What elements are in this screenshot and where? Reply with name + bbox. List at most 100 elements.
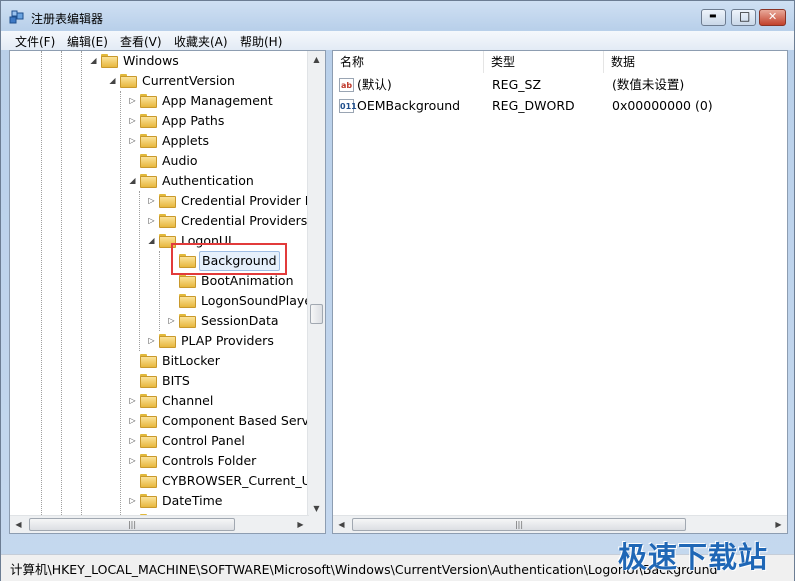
scroll-corner — [308, 516, 325, 533]
value-row[interactable]: 011 OEMBackground REG_DWORD 0x00000000 (0) — [333, 96, 787, 116]
tree-item[interactable]: ▷ Controls Folder — [10, 451, 309, 471]
tree-item[interactable]: ▷ App Management — [10, 91, 309, 111]
registry-key-tree[interactable]: ◢ Windows ◢ CurrentVersion ▷ App Management ▷ A… — [9, 50, 326, 534]
value-data: 0x00000000 (0) — [612, 98, 713, 113]
highlight-annotation-box — [171, 243, 287, 275]
folder-icon — [159, 194, 176, 208]
tree-vertical-scrollbar[interactable]: ▲ ▼ — [307, 51, 325, 517]
folder-icon — [179, 274, 196, 288]
tree-item[interactable]: ◢ CurrentVersion — [10, 71, 309, 91]
title-bar[interactable]: 注册表编辑器 ▬ □ ✕ — [1, 1, 794, 31]
value-row[interactable]: ab (默认) REG_SZ (数值未设置) — [333, 75, 787, 95]
column-header-data[interactable]: 数据 — [604, 51, 787, 73]
expand-toggle-icon[interactable]: ▷ — [167, 311, 176, 331]
menu-bar: 文件(F) 编辑(E) 查看(V) 收藏夹(A) 帮助(H) — [1, 31, 794, 50]
tree-item[interactable]: Audio — [10, 151, 309, 171]
folder-icon — [101, 54, 118, 68]
close-button[interactable]: ✕ — [759, 9, 786, 26]
tree-connector — [128, 351, 137, 371]
minimize-button[interactable]: ▬ — [701, 9, 726, 26]
folder-icon — [140, 434, 157, 448]
regedit-app-icon — [9, 10, 24, 24]
window-title: 注册表编辑器 — [31, 12, 104, 26]
menu-edit[interactable]: 编辑(E) — [67, 33, 108, 50]
expand-toggle-icon[interactable]: ◢ — [147, 231, 156, 251]
values-hscroll-thumb[interactable]: ||| — [352, 518, 686, 531]
tree-item-label: Applets — [162, 133, 209, 148]
tree-item-label: Credential Provider F — [181, 193, 312, 208]
tree-item-label: PLAP Providers — [181, 333, 274, 348]
expand-toggle-icon[interactable]: ◢ — [108, 71, 117, 91]
expand-toggle-icon[interactable]: ▷ — [128, 411, 137, 431]
tree-item[interactable]: BitLocker — [10, 351, 309, 371]
expand-toggle-icon[interactable]: ▷ — [128, 431, 137, 451]
expand-toggle-icon[interactable]: ▷ — [128, 111, 137, 131]
tree-horizontal-scrollbar[interactable]: ◀ ||| ▶ — [10, 515, 309, 533]
string-value-icon: ab — [339, 78, 354, 92]
expand-toggle-icon[interactable]: ◢ — [128, 171, 137, 191]
menu-help[interactable]: 帮助(H) — [240, 33, 282, 50]
column-header-name[interactable]: 名称 — [333, 51, 484, 73]
tree-item[interactable]: ▷ App Paths — [10, 111, 309, 131]
scroll-up-arrow-icon[interactable]: ▲ — [308, 51, 325, 68]
values-horizontal-scrollbar[interactable]: ◀ ||| ▶ — [333, 515, 787, 533]
expand-toggle-icon[interactable]: ▷ — [147, 191, 156, 211]
tree-item[interactable]: ▷ Control Panel — [10, 431, 309, 451]
value-name: OEMBackground — [357, 98, 461, 113]
tree-item[interactable]: BITS — [10, 371, 309, 391]
menu-file[interactable]: 文件(F) — [15, 33, 55, 50]
expand-toggle-icon[interactable]: ▷ — [128, 451, 137, 471]
tree-scroll-thumb[interactable] — [310, 304, 323, 324]
expand-toggle-icon[interactable]: ◢ — [89, 51, 98, 71]
tree-item[interactable]: CYBROWSER_Current_Up — [10, 471, 319, 491]
folder-icon — [140, 94, 157, 108]
scroll-left-arrow-icon[interactable]: ◀ — [10, 516, 27, 533]
tree-item-label: CYBROWSER_Current_Up — [162, 473, 319, 488]
scroll-right-arrow-icon[interactable]: ▶ — [292, 516, 309, 533]
tree-item[interactable]: ▷ Credential Provider F — [10, 191, 312, 211]
expand-toggle-icon[interactable]: ▷ — [147, 211, 156, 231]
scroll-right-arrow-icon[interactable]: ▶ — [770, 516, 787, 533]
tree-item[interactable]: ▷ SessionData — [10, 311, 309, 331]
tree-item-label: Credential Providers — [181, 213, 308, 228]
menu-favorites[interactable]: 收藏夹(A) — [174, 33, 228, 50]
tree-item-label: Channel — [162, 393, 214, 408]
binary-value-icon: 011 — [339, 99, 357, 113]
tree-item[interactable]: ▷ DateTime — [10, 491, 309, 511]
tree-item[interactable]: ▷ Channel — [10, 391, 309, 411]
tree-hscroll-thumb[interactable]: ||| — [29, 518, 235, 531]
scroll-left-arrow-icon[interactable]: ◀ — [333, 516, 350, 533]
column-header-type[interactable]: 类型 — [484, 51, 604, 73]
folder-icon — [140, 394, 157, 408]
tree-item[interactable]: LogonSoundPlaye — [10, 291, 312, 311]
value-data: (数值未设置) — [612, 77, 685, 92]
folder-icon — [140, 174, 157, 188]
tree-item[interactable]: ◢ Authentication — [10, 171, 309, 191]
expand-toggle-icon[interactable]: ▷ — [128, 391, 137, 411]
folder-icon — [179, 314, 196, 328]
scroll-down-arrow-icon[interactable]: ▼ — [308, 500, 325, 517]
tree-item[interactable]: ▷ Component Based Servi — [10, 411, 313, 431]
tree-item-label: BITS — [162, 373, 190, 388]
expand-toggle-icon[interactable]: ▷ — [128, 491, 137, 511]
folder-icon — [159, 334, 176, 348]
tree-item[interactable]: ▷ PLAP Providers — [10, 331, 309, 351]
tree-item[interactable]: ◢ Windows — [10, 51, 309, 71]
tree-item[interactable]: ▷ Credential Providers — [10, 211, 309, 231]
folder-icon — [140, 354, 157, 368]
folder-icon — [140, 414, 157, 428]
tree-item-label: Component Based Servi — [162, 413, 313, 428]
tree-item-label: Windows — [123, 53, 179, 68]
value-name: (默认) — [357, 77, 392, 92]
expand-toggle-icon[interactable]: ▷ — [128, 91, 137, 111]
maximize-button[interactable]: □ — [731, 9, 756, 26]
expand-toggle-icon[interactable]: ▷ — [147, 331, 156, 351]
registry-editor-window: 注册表编辑器 ▬ □ ✕ 文件(F) 编辑(E) 查看(V) 收藏夹(A) 帮助… — [0, 0, 795, 581]
value-type: REG_SZ — [492, 77, 542, 92]
registry-values-list[interactable]: 名称 类型 数据 ab (默认) REG_SZ (数值未设置) 011 OEMBackgr… — [332, 50, 788, 534]
expand-toggle-icon[interactable]: ▷ — [128, 131, 137, 151]
tree-item[interactable]: ▷ Applets — [10, 131, 309, 151]
folder-icon — [159, 214, 176, 228]
tree-item-label: App Management — [162, 93, 273, 108]
menu-view[interactable]: 查看(V) — [120, 33, 162, 50]
